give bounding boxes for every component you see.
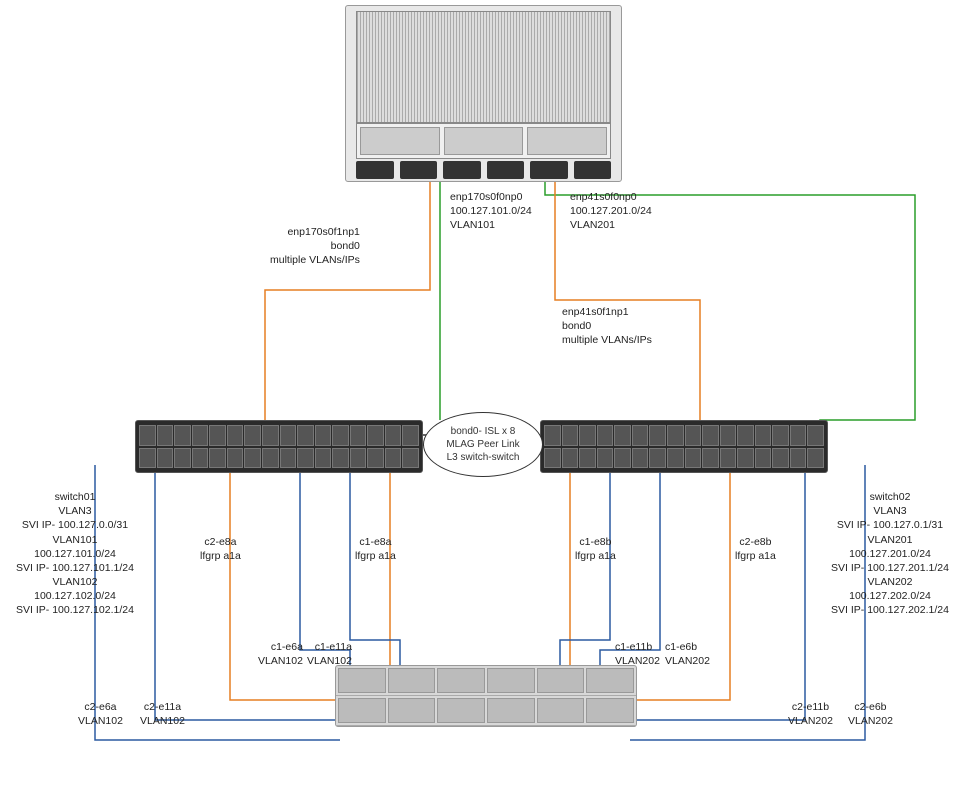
isl-line3: L3 switch-switch bbox=[446, 451, 519, 464]
port: c1-e11a bbox=[307, 640, 352, 654]
if-bond: bond0 bbox=[562, 319, 652, 333]
psu-icon bbox=[574, 161, 612, 179]
label-enp41s0f1np1: enp41s0f1np1 bond0 multiple VLANs/IPs bbox=[562, 305, 652, 348]
grp: lfgrp a1a bbox=[200, 549, 241, 563]
storage-device bbox=[335, 665, 637, 727]
switch02-device bbox=[540, 420, 828, 473]
server-device bbox=[345, 5, 622, 182]
psu-icon bbox=[356, 161, 394, 179]
port: c2-e6b bbox=[848, 700, 893, 714]
if-name: enp41s0f1np1 bbox=[562, 305, 652, 319]
grp: lfgrp a1a bbox=[575, 549, 616, 563]
if-note: multiple VLANs/IPs bbox=[270, 253, 360, 267]
if-note: multiple VLANs/IPs bbox=[562, 333, 652, 347]
switch-vlan: VLAN201 bbox=[825, 533, 955, 547]
server-io-modules bbox=[356, 123, 611, 159]
label-c2-e6a: c2-e6a VLAN102 bbox=[78, 700, 123, 728]
switch-vlan: VLAN102 bbox=[15, 575, 135, 589]
isl-line2: MLAG Peer Link bbox=[446, 438, 519, 451]
vlan: VLAN102 bbox=[140, 714, 185, 728]
switch-port-row bbox=[139, 425, 419, 446]
switch-subnet: 100.127.101.0/24 bbox=[15, 547, 135, 561]
switch-port-row bbox=[139, 448, 419, 469]
port: c2-e8a bbox=[200, 535, 241, 549]
label-c2-e11a: c2-e11a VLAN102 bbox=[140, 700, 185, 728]
label-enp41s0f0np0: enp41s0f0np0 100.127.201.0/24 VLAN201 bbox=[570, 190, 652, 233]
if-subnet: 100.127.101.0/24 bbox=[450, 204, 532, 218]
switch-vlan: VLAN3 bbox=[825, 504, 955, 518]
isl-line1: bond0- ISL x 8 bbox=[446, 425, 519, 438]
server-chassis-grille bbox=[356, 11, 611, 123]
vlan: VLAN202 bbox=[615, 654, 660, 668]
storage-controller-c2 bbox=[336, 696, 636, 726]
label-c1-e8a: c1-e8a lfgrp a1a bbox=[355, 535, 396, 563]
label-switch02-info: switch02 VLAN3 SVI IP- 100.127.0.1/31 VL… bbox=[825, 490, 955, 618]
server-io-module bbox=[360, 127, 440, 155]
port: c1-e6a bbox=[258, 640, 303, 654]
switch-subnet: 100.127.102.0/24 bbox=[15, 589, 135, 603]
label-c1-e11b: c1-e11b VLAN202 bbox=[615, 640, 660, 668]
network-diagram: bond0- ISL x 8 MLAG Peer Link L3 switch-… bbox=[0, 0, 960, 786]
port: c2-e11b bbox=[788, 700, 833, 714]
psu-icon bbox=[443, 161, 481, 179]
grp: lfgrp a1a bbox=[355, 549, 396, 563]
switch-subnet: 100.127.202.0/24 bbox=[825, 589, 955, 603]
label-c2-e6b: c2-e6b VLAN202 bbox=[848, 700, 893, 728]
label-c2-e8a: c2-e8a lfgrp a1a bbox=[200, 535, 241, 563]
switch-vlan: VLAN3 bbox=[15, 504, 135, 518]
vlan: VLAN202 bbox=[788, 714, 833, 728]
psu-icon bbox=[487, 161, 525, 179]
switch01-device bbox=[135, 420, 423, 473]
label-c2-e8b: c2-e8b lfgrp a1a bbox=[735, 535, 776, 563]
switch-svi: SVI IP- 100.127.101.1/24 bbox=[15, 561, 135, 575]
label-switch01-info: switch01 VLAN3 SVI IP- 100.127.0.0/31 VL… bbox=[15, 490, 135, 618]
port: c1-e11b bbox=[615, 640, 660, 654]
label-c1-e11a: c1-e11a VLAN102 bbox=[307, 640, 352, 668]
label-c1-e6b: c1-e6b VLAN202 bbox=[665, 640, 710, 668]
vlan: VLAN102 bbox=[307, 654, 352, 668]
label-c1-e6a: c1-e6a VLAN102 bbox=[258, 640, 303, 668]
port: c2-e8b bbox=[735, 535, 776, 549]
switch-vlan: VLAN202 bbox=[825, 575, 955, 589]
port: c2-e11a bbox=[140, 700, 185, 714]
port: c1-e6b bbox=[665, 640, 710, 654]
storage-controller-c1 bbox=[336, 666, 636, 696]
label-enp170s0f0np0: enp170s0f0np0 100.127.101.0/24 VLAN101 bbox=[450, 190, 532, 233]
switch-svi: SVI IP- 100.127.201.1/24 bbox=[825, 561, 955, 575]
switch-svi: SVI IP- 100.127.202.1/24 bbox=[825, 603, 955, 617]
label-enp170s0f1np1: enp170s0f1np1 bond0 multiple VLANs/IPs bbox=[270, 225, 360, 268]
psu-icon bbox=[400, 161, 438, 179]
switch-port-row bbox=[544, 448, 824, 469]
if-vlan: VLAN201 bbox=[570, 218, 652, 232]
switch-name: switch02 bbox=[825, 490, 955, 504]
vlan: VLAN202 bbox=[848, 714, 893, 728]
if-name: enp170s0f1np1 bbox=[270, 225, 360, 239]
vlan: VLAN202 bbox=[665, 654, 710, 668]
if-bond: bond0 bbox=[270, 239, 360, 253]
vlan: VLAN102 bbox=[78, 714, 123, 728]
switch-vlan: VLAN101 bbox=[15, 533, 135, 547]
psu-icon bbox=[530, 161, 568, 179]
if-name: enp41s0f0np0 bbox=[570, 190, 652, 204]
switch-svi: SVI IP- 100.127.0.1/31 bbox=[825, 518, 955, 532]
switch-subnet: 100.127.201.0/24 bbox=[825, 547, 955, 561]
grp: lfgrp a1a bbox=[735, 549, 776, 563]
switch-svi: SVI IP- 100.127.102.1/24 bbox=[15, 603, 135, 617]
switch-svi: SVI IP- 100.127.0.0/31 bbox=[15, 518, 135, 532]
server-io-module bbox=[444, 127, 524, 155]
switch-name: switch01 bbox=[15, 490, 135, 504]
switch-port-row bbox=[544, 425, 824, 446]
if-name: enp170s0f0np0 bbox=[450, 190, 532, 204]
if-vlan: VLAN101 bbox=[450, 218, 532, 232]
port: c2-e6a bbox=[78, 700, 123, 714]
vlan: VLAN102 bbox=[258, 654, 303, 668]
label-c2-e11b: c2-e11b VLAN202 bbox=[788, 700, 833, 728]
label-c1-e8b: c1-e8b lfgrp a1a bbox=[575, 535, 616, 563]
server-io-module bbox=[527, 127, 607, 155]
server-psu-row bbox=[356, 161, 611, 179]
if-subnet: 100.127.201.0/24 bbox=[570, 204, 652, 218]
isl-label: bond0- ISL x 8 MLAG Peer Link L3 switch-… bbox=[423, 412, 543, 477]
port: c1-e8b bbox=[575, 535, 616, 549]
port: c1-e8a bbox=[355, 535, 396, 549]
